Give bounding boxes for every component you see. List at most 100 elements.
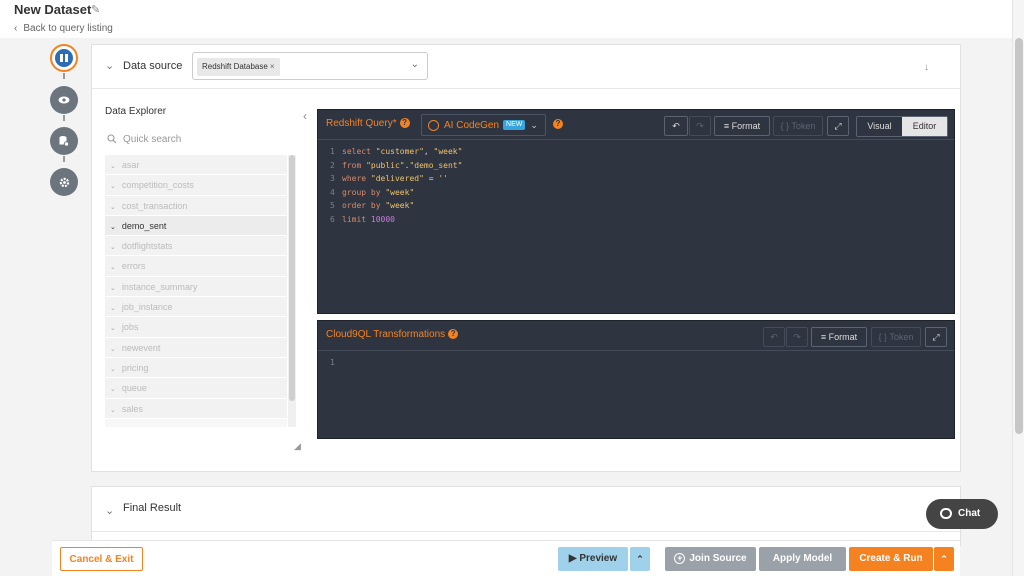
token-button[interactable]: { } Token <box>871 327 921 347</box>
chevron-down-icon[interactable]: ⌄ <box>110 285 116 292</box>
page-scrollbar[interactable] <box>1012 0 1024 576</box>
redshift-query-editor[interactable]: Redshift Query*? AI CodeGen NEW ⌄ ? ↶ ↷ ≡ … <box>317 109 955 314</box>
join-source-button[interactable]: + Join Source <box>665 547 756 571</box>
edit-title-icon[interactable]: ✎ <box>91 3 100 16</box>
table-list-item[interactable]: ⌄ competition_costs <box>105 175 287 196</box>
step-preview[interactable] <box>50 86 78 114</box>
chevron-down-icon[interactable]: ⌄ <box>110 163 116 170</box>
chevron-up-icon: ⌃ <box>636 554 644 564</box>
preview-button[interactable]: ▶ Preview <box>558 547 628 571</box>
table-list-item[interactable]: ⌄ newevent <box>105 337 287 358</box>
editor-mode-button[interactable]: Editor <box>902 117 947 136</box>
table-list-item[interactable]: ⌄ sales <box>105 398 287 419</box>
table-list-item[interactable]: ⌄ job_instance <box>105 297 287 318</box>
table-list-item[interactable]: ⌄ demo_sent <box>105 215 287 237</box>
preview-dropdown-button[interactable]: ⌃ <box>630 547 650 571</box>
chevron-down-icon[interactable]: ⌄ <box>110 346 116 353</box>
divider <box>92 531 960 532</box>
table-list-item[interactable]: ⌄ cost_transaction <box>105 195 287 216</box>
help-icon[interactable]: ? <box>448 329 459 340</box>
table-list-item[interactable]: ⌄ jobs <box>105 317 287 338</box>
line-number: 1 <box>330 147 335 156</box>
undo-button[interactable]: ↶ <box>664 116 688 136</box>
transform-editor-title-text: Cloud9QL Transformations <box>326 329 446 340</box>
code-token: "delivered" <box>370 174 424 184</box>
chevron-up-icon: ⌃ <box>940 554 948 564</box>
chevron-down-icon[interactable]: ⌄ <box>110 366 116 373</box>
code-token: = <box>423 174 439 184</box>
format-button[interactable]: ≡ Format <box>811 327 867 347</box>
table-list-item[interactable]: ⌄ dotflightstats <box>105 236 287 257</box>
token-button[interactable]: { } Token <box>773 116 823 136</box>
code-token: '' <box>438 174 448 184</box>
code-token: "public" <box>366 160 405 170</box>
line-number: 2 <box>330 160 335 170</box>
format-button[interactable]: ≡ Format <box>714 116 770 136</box>
undo-icon: ↶ <box>770 332 778 342</box>
chevron-down-icon[interactable]: ⌄ <box>110 244 116 251</box>
table-list-item[interactable]: ⌄ asar <box>105 155 287 176</box>
fullscreen-button[interactable]: ⤢ <box>827 116 849 136</box>
chevron-down-icon[interactable]: ⌄ <box>110 325 116 332</box>
chevron-down-icon[interactable]: ⌄ <box>110 264 116 271</box>
table-list-item[interactable]: ⌄ errors <box>105 256 287 277</box>
table-list-scrollbar[interactable] <box>288 155 296 427</box>
undo-icon: ↶ <box>672 121 680 131</box>
chevron-down-icon: ⌄ <box>530 120 538 130</box>
chat-bubble-icon <box>940 507 952 519</box>
arrow-down-icon[interactable]: ↓ <box>924 62 929 73</box>
chevron-down-icon[interactable]: ⌄ <box>110 224 116 231</box>
help-icon[interactable]: ? <box>553 119 563 129</box>
back-link[interactable]: ‹ Back to query listing <box>14 23 113 34</box>
create-run-dropdown-button[interactable]: ⌃ <box>934 547 954 571</box>
top-bar: New Dataset ✎ ‹ Back to query listing <box>0 0 1012 38</box>
chevron-down-icon[interactable]: ⌄ <box>110 386 116 393</box>
undo-button[interactable]: ↶ <box>763 327 785 347</box>
help-icon[interactable]: ? <box>399 118 410 129</box>
data-source-tag: Redshift Database × <box>197 58 280 76</box>
table-name: newevent <box>121 342 161 353</box>
chevron-down-icon[interactable]: ⌄ <box>105 59 114 72</box>
chat-label: Chat <box>958 508 981 519</box>
page-scrollbar-thumb[interactable] <box>1015 38 1023 434</box>
line-number: 6 <box>330 214 335 224</box>
data-source-select[interactable]: Redshift Database × ⌄ <box>192 52 428 80</box>
apply-model-button[interactable]: Apply Model <box>759 547 846 571</box>
chevron-down-icon[interactable]: ⌄ <box>411 59 419 70</box>
step-settings[interactable] <box>50 168 78 196</box>
table-list-scrollbar-thumb[interactable] <box>289 155 295 401</box>
code-token: "week" <box>385 187 415 197</box>
step-data-model[interactable] <box>50 127 78 155</box>
table-name: asar <box>121 160 140 170</box>
final-result-label: Final Result <box>123 502 182 514</box>
redo-button[interactable]: ↷ <box>786 327 808 347</box>
chevron-down-icon[interactable]: ⌄ <box>110 407 116 414</box>
chevron-down-icon[interactable]: ⌄ <box>110 204 116 211</box>
redo-icon: ↷ <box>696 121 704 131</box>
visual-mode-button[interactable]: Visual <box>857 117 902 136</box>
ai-codegen-button[interactable]: AI CodeGen NEW ⌄ <box>421 114 546 136</box>
expand-icon: ⤢ <box>834 121 842 131</box>
chevron-down-icon[interactable]: ⌄ <box>105 504 114 517</box>
create-run-button[interactable]: Create & Run <box>849 547 933 571</box>
redo-button[interactable]: ↷ <box>689 116 711 136</box>
chevron-down-icon[interactable]: ⌄ <box>110 183 116 190</box>
query-code[interactable]: 1 select "customer", "week" 2 from "public"… <box>318 141 954 227</box>
cancel-exit-button[interactable]: Cancel & Exit <box>60 547 143 571</box>
table-list-item[interactable]: ⌄ queue <box>105 378 287 399</box>
chevron-down-icon[interactable]: ⌄ <box>110 305 116 312</box>
fullscreen-button[interactable]: ⤢ <box>925 327 947 347</box>
table-name: demo_sent <box>121 220 167 231</box>
collapse-explorer-icon[interactable]: ‹ <box>303 109 307 123</box>
step-query-builder[interactable] <box>50 44 78 72</box>
table-list-item[interactable]: ⌄ instance_summary <box>105 276 287 298</box>
quick-search-input[interactable]: Quick search <box>105 131 295 151</box>
code-token: "customer" <box>375 147 424 156</box>
remove-tag-icon[interactable]: × <box>270 62 275 71</box>
cloud9ql-editor[interactable]: Cloud9QL Transformations? ↶ ↷ ≡ Format {… <box>317 320 955 439</box>
chat-button[interactable]: Chat <box>926 499 998 529</box>
table-list-item[interactable]: ⌄ pricing <box>105 357 287 379</box>
resize-handle-icon[interactable]: ◢ <box>294 441 301 452</box>
code-line: 4 group by "week" <box>330 186 954 200</box>
transform-code[interactable]: 1 <box>318 352 954 370</box>
